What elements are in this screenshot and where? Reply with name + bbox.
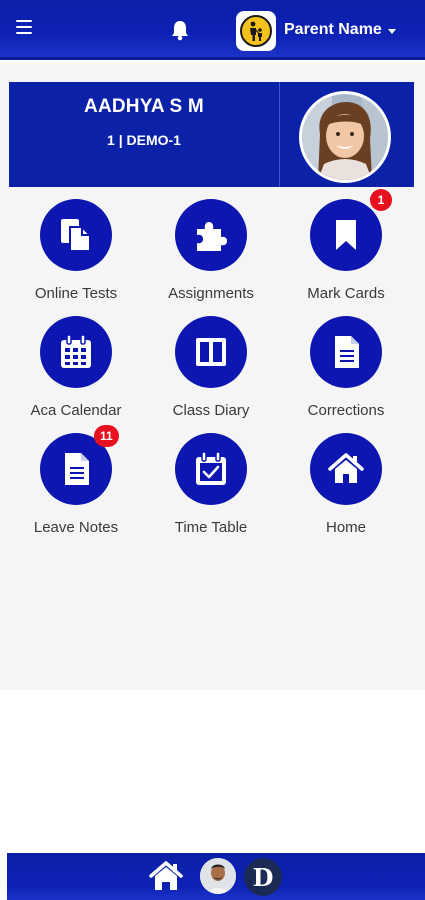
tile-label: Online Tests: [34, 285, 118, 302]
documents-icon: [40, 199, 112, 271]
d-logo-icon[interactable]: D: [244, 858, 282, 896]
d-logo-text: D: [252, 862, 274, 892]
puzzle-icon: [175, 199, 247, 271]
app-logo: [236, 11, 276, 51]
book-columns-icon: [175, 316, 247, 388]
hamburger-menu-icon[interactable]: [16, 20, 32, 36]
student-class: 1 | DEMO-1: [107, 132, 181, 148]
user-menu-dropdown[interactable]: Parent Name: [284, 21, 396, 39]
tile-time-table[interactable]: Time Table: [141, 433, 281, 543]
home-icon: [310, 433, 382, 505]
card-divider: [279, 82, 280, 187]
student-card[interactable]: AADHYA S M 1 | DEMO-1: [9, 82, 414, 187]
tile-home[interactable]: Home: [276, 433, 416, 543]
bell-icon[interactable]: [170, 19, 190, 41]
home-icon[interactable]: [149, 861, 183, 891]
document-lines-icon: [310, 316, 382, 388]
student-avatar[interactable]: [299, 91, 391, 183]
tile-corrections[interactable]: Corrections: [276, 316, 416, 426]
tile-label: Time Table: [174, 519, 248, 536]
tile-online-tests[interactable]: Online Tests: [6, 199, 146, 309]
calendar-icon: [40, 316, 112, 388]
tile-label: Home: [325, 519, 366, 536]
top-app-bar: Parent Name: [0, 0, 425, 60]
bookmark-icon: [310, 199, 382, 271]
tile-label: Assignments: [168, 285, 254, 302]
tile-mark-cards[interactable]: 1 Mark Cards: [276, 189, 416, 309]
chevron-down-icon: [387, 28, 396, 34]
user-name: Parent Name: [284, 21, 382, 38]
notification-badge: 11: [94, 425, 119, 447]
parent-child-logo-icon: [240, 15, 272, 47]
calendar-check-icon: [175, 433, 247, 505]
profile-avatar[interactable]: [200, 858, 236, 894]
tile-label: Mark Cards: [307, 285, 385, 302]
tile-leave-notes[interactable]: 11 Leave Notes: [6, 425, 146, 543]
student-name: AADHYA S M: [84, 96, 204, 117]
tile-label: Corrections: [307, 402, 385, 419]
tile-aca-calendar[interactable]: Aca Calendar: [6, 316, 146, 426]
tile-label: Leave Notes: [33, 519, 119, 536]
tile-label: Aca Calendar: [30, 402, 122, 419]
tile-assignments[interactable]: Assignments: [141, 199, 281, 309]
bottom-nav-bar: D: [7, 853, 425, 900]
tile-label: Class Diary: [172, 402, 250, 419]
notification-badge: 1: [370, 189, 392, 211]
tile-class-diary[interactable]: Class Diary: [141, 316, 281, 426]
